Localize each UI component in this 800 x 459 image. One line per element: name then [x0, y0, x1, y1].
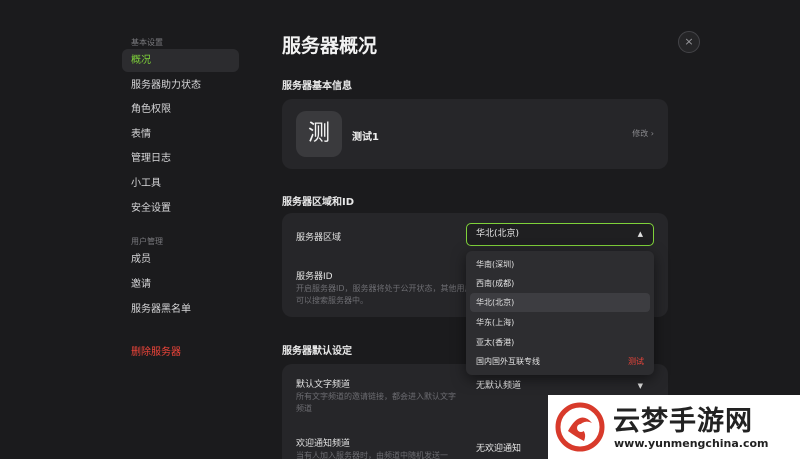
- region-option-selected[interactable]: 华北(北京): [470, 293, 650, 312]
- region-option-label: 国内国外互联专线: [476, 357, 540, 366]
- close-icon[interactable]: ×: [678, 31, 700, 53]
- region-option[interactable]: 华南(深圳): [470, 255, 650, 274]
- sidebar: 基本设置 概况 服务器助力状态 角色权限 表情 管理日志 小工具 安全设置 用户…: [0, 0, 250, 459]
- test-badge: 测试: [628, 357, 644, 366]
- basic-info-heading: 服务器基本信息: [282, 81, 352, 92]
- region-dropdown-menu: 华南(深圳) 西南(成都) 华北(北京) 华东(上海) 亚太(香港) 国内国外互…: [466, 251, 654, 375]
- welcome-channel-label: 欢迎通知频道: [296, 439, 351, 449]
- defaults-heading: 服务器默认设定: [282, 346, 352, 357]
- sidebar-item-members[interactable]: 成员: [122, 248, 239, 271]
- region-select[interactable]: 华北(北京) ▲: [466, 223, 654, 246]
- default-text-channel-value: 无默认频道: [476, 381, 522, 391]
- welcome-channel-value: 无欢迎通知: [476, 444, 522, 454]
- region-option[interactable]: 亚太(香港): [470, 333, 650, 352]
- watermark: 云梦手游网 www.yunmengchina.com: [548, 395, 800, 459]
- region-heading: 服务器区域和ID: [282, 197, 355, 208]
- sidebar-section-user: 用户管理: [131, 237, 163, 246]
- sidebar-item-blacklist[interactable]: 服务器黑名单: [122, 298, 239, 321]
- caret-up-icon: ▲: [637, 230, 643, 238]
- region-select-value: 华北(北京): [476, 229, 520, 239]
- edit-server-link[interactable]: 修改 ›: [632, 128, 654, 139]
- sidebar-section-basic: 基本设置: [131, 38, 163, 47]
- region-option[interactable]: 西南(成都): [470, 274, 650, 293]
- welcome-channel-desc: 当有人加入服务器时，由频道中随机发送一: [296, 451, 448, 459]
- yunmeng-logo-icon: [555, 402, 605, 452]
- server-name: 测试1: [352, 132, 379, 143]
- region-option[interactable]: 华东(上海): [470, 313, 650, 332]
- region-option[interactable]: 国内国外互联专线 测试: [470, 352, 650, 371]
- sidebar-item-audit-log[interactable]: 管理日志: [122, 147, 239, 170]
- sidebar-item-emoji[interactable]: 表情: [122, 123, 239, 146]
- sidebar-item-roles[interactable]: 角色权限: [122, 98, 239, 121]
- default-text-channel-label: 默认文字频道: [296, 380, 351, 390]
- sidebar-item-invites[interactable]: 邀请: [122, 273, 239, 296]
- delete-server-button[interactable]: 删除服务器: [122, 341, 239, 364]
- server-avatar[interactable]: 测: [296, 111, 342, 157]
- sidebar-item-boost-status[interactable]: 服务器助力状态: [122, 74, 239, 97]
- sidebar-item-tools[interactable]: 小工具: [122, 172, 239, 195]
- page-title: 服务器概况: [282, 35, 378, 57]
- sidebar-item-overview[interactable]: 概况: [122, 49, 239, 72]
- server-id-desc: 开启服务器ID，服务器将处于公开状态，其他用户可以搜索服务器中。: [296, 284, 473, 305]
- server-id-label: 服务器ID: [296, 272, 333, 282]
- default-text-channel-desc: 所有文字频道的邀请链接，都会进入默认文字频道: [296, 392, 456, 413]
- server-info-card: 测 测试1 修改 ›: [282, 99, 668, 169]
- region-label: 服务器区域: [296, 233, 342, 243]
- watermark-url: www.yunmengchina.com: [614, 437, 769, 450]
- watermark-title: 云梦手游网: [613, 406, 753, 437]
- sidebar-item-security[interactable]: 安全设置: [122, 197, 239, 220]
- caret-down-icon: ▼: [637, 382, 643, 390]
